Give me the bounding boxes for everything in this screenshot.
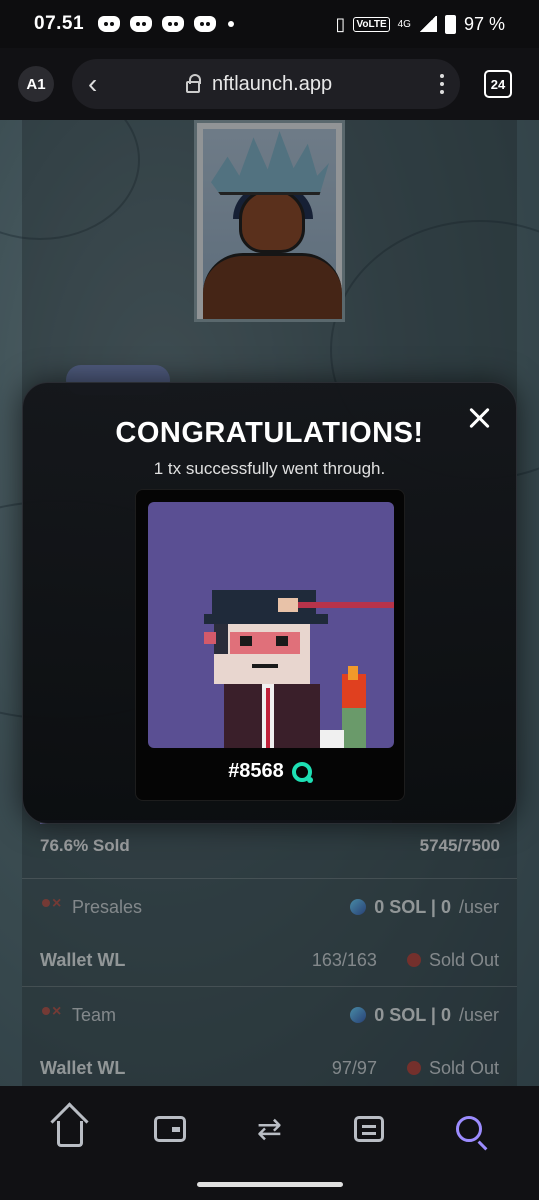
status-bar: 07.51 ▯ VoLTE 4G 97 % <box>0 0 539 48</box>
more-options-icon[interactable] <box>440 74 444 94</box>
token-id: #8568 <box>228 760 284 782</box>
token-id-row: #8568 <box>136 760 404 783</box>
signal-icon <box>418 16 437 32</box>
network-type: 4G <box>397 18 411 30</box>
browser-toolbar: A1 ‹ nftlaunch.app 24 <box>0 48 539 120</box>
url-text[interactable]: nftlaunch.app <box>212 73 332 96</box>
lock-icon[interactable] <box>186 74 201 93</box>
volte-badge: VoLTE <box>353 16 390 32</box>
vibrate-icon: ▯ <box>335 13 346 34</box>
discord-icon <box>194 16 217 32</box>
modal-subtitle: 1 tx successfully went through. <box>153 459 386 478</box>
discord-icon <box>98 16 121 32</box>
nav-search[interactable] <box>445 1105 493 1153</box>
search-icon <box>456 1116 483 1142</box>
clock: 07.51 <box>34 13 85 34</box>
battery-level: 97 % <box>463 13 505 34</box>
mint-success-modal: CONGRATULATIONS! 1 tx successfully went … <box>22 382 517 824</box>
nav-messages[interactable] <box>345 1105 393 1153</box>
swap-icon: ⇄ <box>256 1111 283 1147</box>
notification-icons <box>98 16 235 32</box>
marketplace-icon[interactable] <box>291 761 313 783</box>
discord-icon <box>130 16 153 32</box>
bottom-navigation: ⇄ <box>0 1086 539 1200</box>
minted-nft-card[interactable]: #8568 <box>135 489 405 801</box>
nav-swap[interactable]: ⇄ <box>245 1105 293 1153</box>
nav-wallet[interactable] <box>146 1105 194 1153</box>
chat-icon <box>354 1116 385 1142</box>
gesture-home-bar[interactable] <box>197 1182 343 1187</box>
tab-switcher-button[interactable]: 24 <box>484 70 512 98</box>
back-arrow-icon[interactable]: ‹ <box>88 68 116 100</box>
modal-title: CONGRATULATIONS! <box>115 417 424 449</box>
discord-icon <box>162 16 185 32</box>
profile-avatar[interactable]: A1 <box>18 66 54 102</box>
close-icon[interactable] <box>468 407 490 429</box>
minted-nft-image <box>148 502 394 748</box>
battery-icon <box>444 14 456 34</box>
more-notifications-icon <box>228 21 235 27</box>
wallet-icon <box>153 1116 186 1142</box>
address-bar[interactable]: ‹ nftlaunch.app <box>72 59 460 109</box>
home-icon <box>56 1121 83 1147</box>
nav-home[interactable] <box>46 1105 94 1153</box>
